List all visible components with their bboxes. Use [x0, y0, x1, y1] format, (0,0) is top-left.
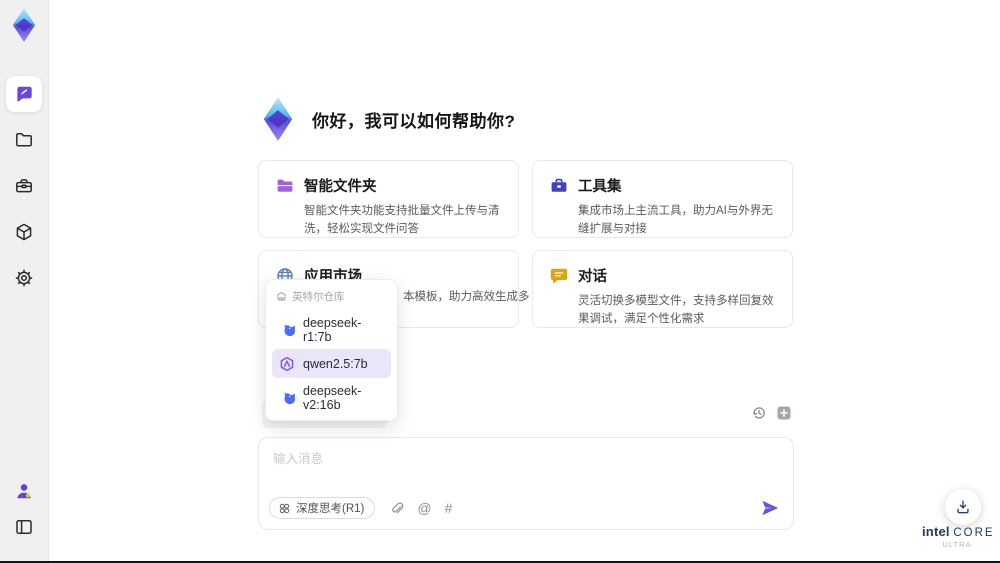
grid-icon[interactable]: # — [445, 501, 453, 515]
app-window: 你好，我可以如何帮助你? 智能文件夹 智能文件夹功能支持批量文件上传与清洗，轻松… — [0, 0, 1000, 563]
card-smart-folder[interactable]: 智能文件夹 智能文件夹功能支持批量文件上传与清洗，轻松实现文件问答 — [258, 160, 519, 238]
model-option-qwen[interactable]: qwen2.5:7b — [272, 349, 391, 378]
intel-wordmark: intel — [922, 524, 950, 539]
intel-sub-label: ULTRA — [942, 540, 972, 549]
sidebar-item-folders[interactable] — [6, 122, 42, 158]
greeting: 你好，我可以如何帮助你? — [256, 96, 515, 142]
card-toolset[interactable]: 工具集 集成市场上主流工具，助力AI与外界无缝扩展与对接 — [532, 160, 793, 238]
model-option-deepseek-v2[interactable]: deepseek-v2:16b — [272, 383, 391, 412]
deep-think-icon — [279, 503, 290, 513]
smart-folder-icon — [277, 179, 293, 192]
new-chat-icon[interactable] — [776, 405, 792, 421]
model-option-label: qwen2.5:7b — [303, 356, 368, 371]
cube-icon — [16, 223, 32, 241]
download-button[interactable] — [945, 489, 981, 525]
model-option-deepseek-r1[interactable]: deepseek-r1:7b — [272, 315, 391, 344]
at-icon[interactable]: @ — [417, 501, 431, 515]
deepseek-icon — [284, 324, 295, 336]
composer-toolbar: 深度思考(R1) @ # — [269, 496, 781, 520]
sidebar-item-toolbox[interactable] — [6, 168, 42, 204]
card-desc: 灵活切换多模型文件，支持多样回复效果调试，满足个性化需求 — [578, 295, 774, 325]
message-input[interactable] — [273, 448, 773, 488]
intel-core-badge: intel CORE ULTRA — [922, 524, 995, 549]
sidebar-item-collapse[interactable] — [6, 509, 42, 545]
gear-icon — [15, 269, 33, 287]
model-dropdown-header: 英特尔仓库 — [272, 286, 391, 310]
message-composer: 深度思考(R1) @ # — [258, 437, 794, 530]
model-option-label: deepseek-r1:7b — [303, 315, 362, 344]
deep-think-toggle[interactable]: 深度思考(R1) — [269, 497, 376, 519]
deepseek-icon — [284, 392, 295, 404]
history-icon[interactable] — [751, 405, 767, 421]
composer-attachment-icons: @ # — [389, 501, 452, 516]
greeting-text: 你好，我可以如何帮助你? — [312, 111, 516, 131]
model-dropdown: 英特尔仓库 deepseek-r1:7b qwen2.5:7b deepseek… — [265, 279, 398, 421]
sidebar-item-settings[interactable] — [6, 260, 42, 296]
app-logo-icon — [12, 8, 36, 42]
card-title: 智能文件夹 — [304, 179, 377, 195]
chat-bubble-icon — [17, 86, 32, 102]
card-title: 工具集 — [578, 179, 622, 195]
sidebar-item-chat[interactable] — [6, 76, 42, 112]
assistant-logo-icon — [263, 97, 293, 141]
paperclip-icon[interactable] — [389, 501, 404, 516]
download-icon — [957, 500, 969, 514]
repository-icon — [277, 291, 286, 301]
model-option-label: deepseek-v2:16b — [303, 383, 362, 412]
dialog-icon — [550, 268, 568, 283]
composer-top-actions — [751, 405, 792, 421]
qwen-icon — [280, 356, 294, 371]
folder-icon — [16, 133, 32, 147]
card-title: 对话 — [578, 269, 607, 285]
card-desc-partial: 本模板，助力高效生成多 — [403, 291, 530, 303]
deep-think-label: 深度思考(R1) — [296, 503, 365, 515]
toolbox-icon — [551, 178, 567, 192]
card-desc: 集成市场上主流工具，助力AI与外界无缝扩展与对接 — [578, 205, 773, 235]
sidebar-item-models[interactable] — [6, 214, 42, 250]
user-icon — [17, 484, 31, 499]
sidebar — [0, 0, 49, 561]
card-desc: 智能文件夹功能支持批量文件上传与清洗，轻松实现文件问答 — [304, 205, 500, 235]
card-dialog[interactable]: 对话 灵活切换多模型文件，支持多样回复效果调试，满足个性化需求 — [532, 250, 793, 328]
repository-label: 英特尔仓库 — [292, 291, 345, 303]
panel-toggle-icon — [16, 520, 32, 534]
core-wordmark: CORE — [953, 527, 995, 539]
toolbox-icon — [16, 179, 32, 193]
send-icon[interactable] — [759, 497, 781, 519]
sidebar-item-account[interactable] — [6, 473, 42, 509]
